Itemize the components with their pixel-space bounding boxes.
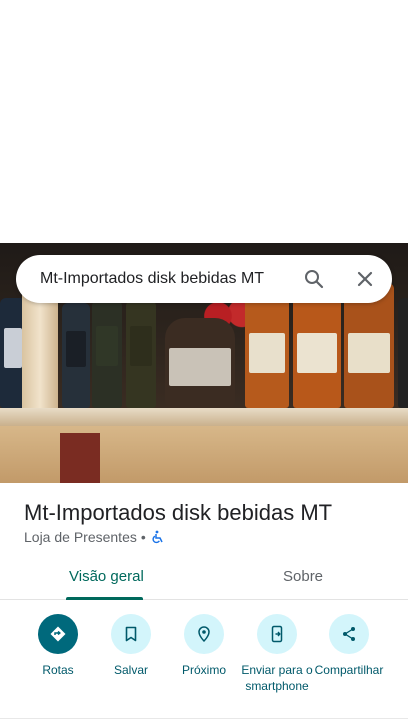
directions-button[interactable]: Rotas	[18, 612, 98, 678]
directions-icon[interactable]	[38, 614, 78, 654]
send-to-phone-icon[interactable]	[257, 614, 297, 654]
close-icon[interactable]	[353, 267, 377, 291]
send-to-phone-button[interactable]: Enviar para o smartphone	[237, 612, 317, 694]
place-category: Loja de Presentes	[24, 529, 137, 545]
directions-label: Rotas	[42, 663, 74, 677]
tab-indicator	[66, 597, 143, 600]
map-area[interactable]	[0, 0, 408, 243]
place-subtitle: Loja de Presentes •	[24, 529, 164, 545]
share-button[interactable]: Compartilhar	[309, 612, 389, 678]
bookmark-icon[interactable]	[111, 614, 151, 654]
tab-about[interactable]: Sobre	[283, 568, 323, 585]
save-label: Salvar	[113, 663, 148, 677]
separator: •	[140, 529, 146, 545]
action-bar: Rotas Salvar Próximo Enviar para o smart…	[0, 612, 408, 712]
tab-bar: Visão geral Sobre	[0, 556, 408, 600]
nearby-button[interactable]: Próximo	[164, 612, 244, 678]
divider	[0, 718, 408, 719]
nearby-icon[interactable]	[184, 614, 224, 654]
wheelchair-accessible-icon	[150, 530, 164, 544]
search-query[interactable]: Mt-Importados disk bebidas MT	[40, 270, 264, 288]
send-to-phone-label: Enviar para o smartphone	[241, 663, 313, 693]
share-icon[interactable]	[329, 614, 369, 654]
place-title: Mt-Importados disk bebidas MT	[24, 500, 333, 525]
tab-overview[interactable]: Visão geral	[69, 568, 144, 585]
search-bar[interactable]: Mt-Importados disk bebidas MT	[16, 255, 392, 303]
share-label: Compartilhar	[314, 663, 384, 677]
search-icon[interactable]	[302, 267, 326, 291]
save-button[interactable]: Salvar	[91, 612, 171, 678]
nearby-label: Próximo	[181, 663, 226, 677]
